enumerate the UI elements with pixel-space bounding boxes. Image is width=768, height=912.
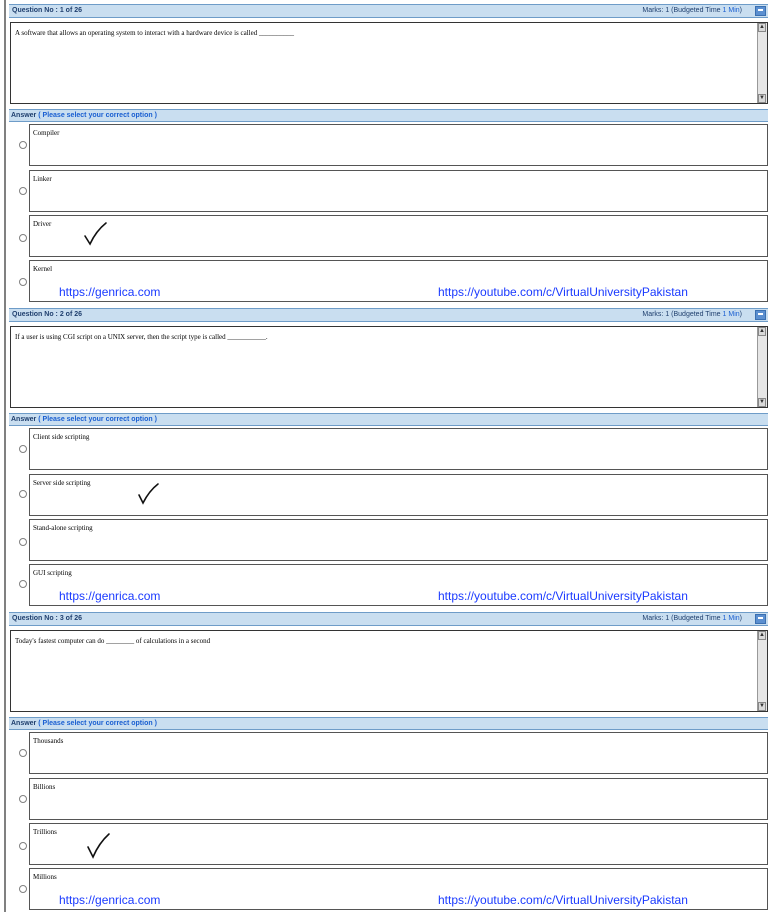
option-label: Linker: [33, 175, 52, 183]
radio-button[interactable]: [19, 885, 27, 893]
marks-info: Marks: 1 (Budgeted Time 1 Min): [642, 615, 742, 622]
question-number: Question No : 1 of 26: [12, 7, 83, 14]
option-box[interactable]: Billions: [29, 778, 768, 820]
question-block-1: Question No : 1 of 26 Marks: 1 (Budgeted…: [0, 0, 768, 304]
minimize-icon[interactable]: [755, 614, 766, 624]
option-row[interactable]: Stand-alone scripting: [9, 519, 768, 563]
youtube-link[interactable]: https://youtube.com/c/VirtualUniversityP…: [438, 285, 688, 299]
option-box[interactable]: Client side scripting: [29, 428, 768, 470]
genrica-link[interactable]: https://genrica.com: [59, 589, 160, 603]
radio-button[interactable]: [19, 187, 27, 195]
radio-button[interactable]: [19, 842, 27, 850]
scroll-down-icon[interactable]: ▼: [758, 94, 766, 103]
answer-header: Answer ( Please select your correct opti…: [9, 413, 768, 426]
option-label: Thousands: [33, 737, 64, 745]
question-number: Question No : 3 of 26: [12, 615, 83, 622]
question-text-box: A software that allows an operating syst…: [10, 22, 768, 104]
left-border: [4, 0, 6, 304]
scroll-down-icon[interactable]: ▼: [758, 702, 766, 711]
checkmark-icon: [87, 833, 110, 859]
option-label: Client side scripting: [33, 433, 90, 441]
radio-button[interactable]: [19, 580, 27, 588]
option-box[interactable]: Stand-alone scripting: [29, 519, 768, 561]
option-row[interactable]: Thousands: [9, 732, 768, 776]
radio-button[interactable]: [19, 749, 27, 757]
genrica-link[interactable]: https://genrica.com: [59, 285, 160, 299]
genrica-link[interactable]: https://genrica.com: [59, 893, 160, 907]
option-label: Kernel: [33, 265, 53, 273]
scrollbar[interactable]: ▲ ▼: [757, 23, 767, 103]
scroll-down-icon[interactable]: ▼: [758, 398, 766, 407]
question-block-3: Question No : 3 of 26 Marks: 1 (Budgeted…: [0, 608, 768, 912]
option-box[interactable]: Linker: [29, 170, 768, 212]
scrollbar[interactable]: ▲ ▼: [757, 631, 767, 711]
budget-time: 1 Min: [722, 311, 740, 318]
option-box[interactable]: Compiler: [29, 124, 768, 166]
option-label: GUI scripting: [33, 569, 72, 577]
youtube-link[interactable]: https://youtube.com/c/VirtualUniversityP…: [438, 893, 688, 907]
option-box[interactable]: Trillions: [29, 823, 768, 865]
radio-button[interactable]: [19, 795, 27, 803]
marks-info: Marks: 1 (Budgeted Time 1 Min): [642, 7, 742, 14]
marks-info: Marks: 1 (Budgeted Time 1 Min): [642, 311, 742, 318]
option-row[interactable]: Client side scripting: [9, 428, 768, 472]
question-text-box: If a user is using CGI script on a UNIX …: [10, 326, 768, 408]
question-number: Question No : 2 of 26: [12, 311, 83, 318]
minimize-icon[interactable]: [755, 6, 766, 16]
option-label: Stand-alone scripting: [33, 524, 93, 532]
radio-button[interactable]: [19, 141, 27, 149]
radio-button[interactable]: [19, 278, 27, 286]
answer-header: Answer ( Please select your correct opti…: [9, 717, 768, 730]
option-label: Server side scripting: [33, 479, 91, 487]
left-border: [4, 304, 6, 608]
option-label: Billions: [33, 783, 56, 791]
option-label: Trillions: [33, 828, 57, 836]
option-row[interactable]: Linker: [9, 170, 768, 214]
option-row[interactable]: Driver: [9, 215, 768, 259]
budget-time: 1 Min: [722, 615, 740, 622]
scroll-up-icon[interactable]: ▲: [758, 327, 766, 336]
radio-button[interactable]: [19, 538, 27, 546]
answer-header: Answer ( Please select your correct opti…: [9, 109, 768, 122]
question-text: Today's fastest computer can do ________…: [15, 637, 211, 645]
option-label: Millions: [33, 873, 57, 881]
option-box[interactable]: Thousands: [29, 732, 768, 774]
question-text-box: Today's fastest computer can do ________…: [10, 630, 768, 712]
question-header: Question No : 2 of 26 Marks: 1 (Budgeted…: [9, 308, 768, 322]
checkmark-icon: [84, 222, 107, 246]
radio-button[interactable]: [19, 490, 27, 498]
question-header: Question No : 1 of 26 Marks: 1 (Budgeted…: [9, 4, 768, 18]
question-block-2: Question No : 2 of 26 Marks: 1 (Budgeted…: [0, 304, 768, 608]
scroll-up-icon[interactable]: ▲: [758, 631, 766, 640]
scroll-up-icon[interactable]: ▲: [758, 23, 766, 32]
question-header: Question No : 3 of 26 Marks: 1 (Budgeted…: [9, 612, 768, 626]
question-text: A software that allows an operating syst…: [15, 29, 294, 37]
minimize-icon[interactable]: [755, 310, 766, 320]
question-text: If a user is using CGI script on a UNIX …: [15, 333, 268, 341]
option-row[interactable]: Trillions: [9, 823, 768, 867]
left-border: [4, 608, 6, 912]
budget-time: 1 Min: [722, 7, 740, 14]
option-row[interactable]: Compiler: [9, 124, 768, 168]
option-row[interactable]: Server side scripting: [9, 474, 768, 518]
radio-button[interactable]: [19, 234, 27, 242]
option-row[interactable]: Billions: [9, 778, 768, 822]
radio-button[interactable]: [19, 445, 27, 453]
option-label: Driver: [33, 220, 52, 228]
youtube-link[interactable]: https://youtube.com/c/VirtualUniversityP…: [438, 589, 688, 603]
checkmark-icon: [138, 483, 159, 505]
scrollbar[interactable]: ▲ ▼: [757, 327, 767, 407]
option-box[interactable]: Driver: [29, 215, 768, 257]
option-label: Compiler: [33, 129, 60, 137]
